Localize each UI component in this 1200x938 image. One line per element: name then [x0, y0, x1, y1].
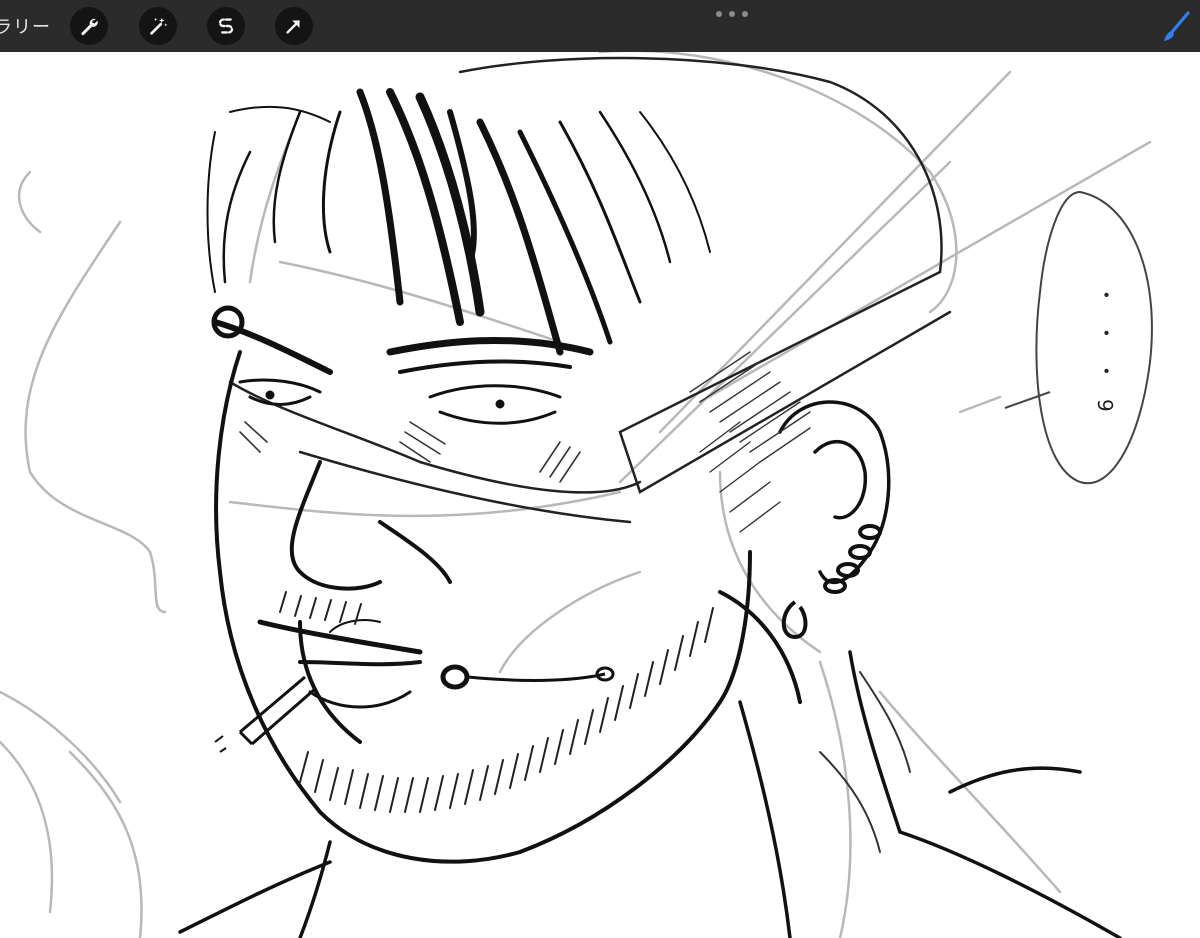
drawing-canvas[interactable]: ・・・9	[0, 52, 1200, 938]
magic-wand-icon	[150, 17, 168, 35]
wrench-icon	[81, 18, 98, 36]
dot	[716, 11, 722, 17]
top-toolbar: ラリー	[0, 0, 1200, 52]
dot	[729, 11, 735, 17]
actions-button[interactable]	[70, 7, 108, 45]
transform-button[interactable]	[275, 7, 313, 45]
adjustments-button[interactable]	[139, 7, 177, 45]
brush-icon	[1164, 11, 1190, 41]
more-dots-icon[interactable]	[716, 6, 748, 22]
brush-button[interactable]	[1158, 10, 1192, 44]
dot	[742, 11, 748, 17]
gallery-button[interactable]: ラリー	[0, 13, 51, 39]
selection-button[interactable]	[207, 7, 245, 45]
arrow-cursor-icon	[286, 20, 300, 34]
selection-s-icon	[218, 18, 234, 34]
speech-bubble-text: ・・・9	[1093, 284, 1117, 430]
sketch-artwork	[0, 52, 1153, 938]
